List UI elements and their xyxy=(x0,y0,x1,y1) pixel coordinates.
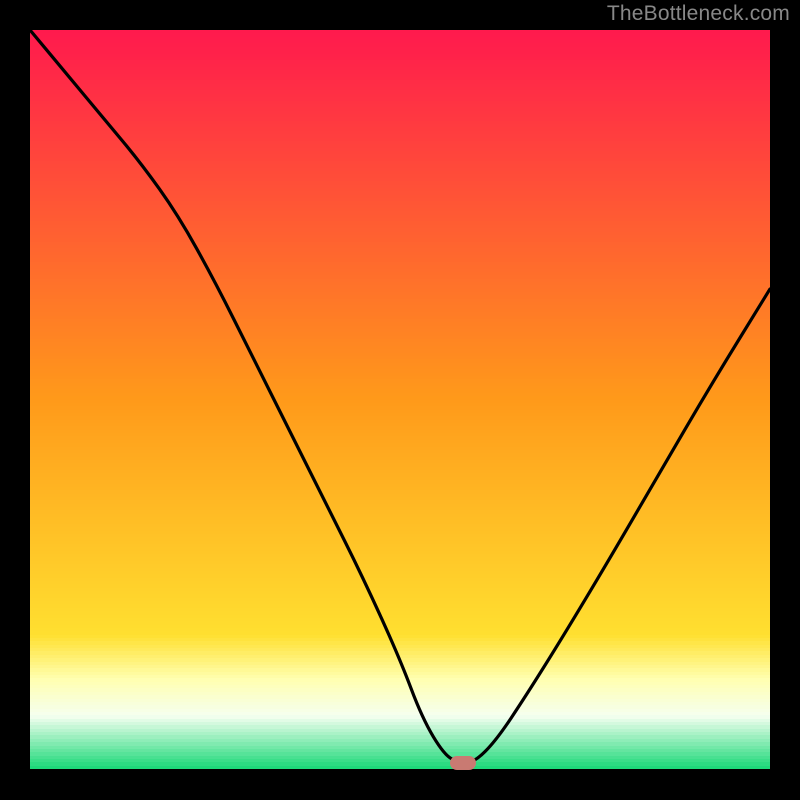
bottleneck-curve xyxy=(30,30,770,770)
chart-frame: TheBottleneck.com xyxy=(0,0,800,800)
optimal-point-marker xyxy=(450,756,476,770)
watermark-text: TheBottleneck.com xyxy=(607,2,790,26)
bottleneck-curve-path xyxy=(30,30,770,763)
plot-area xyxy=(30,30,770,770)
